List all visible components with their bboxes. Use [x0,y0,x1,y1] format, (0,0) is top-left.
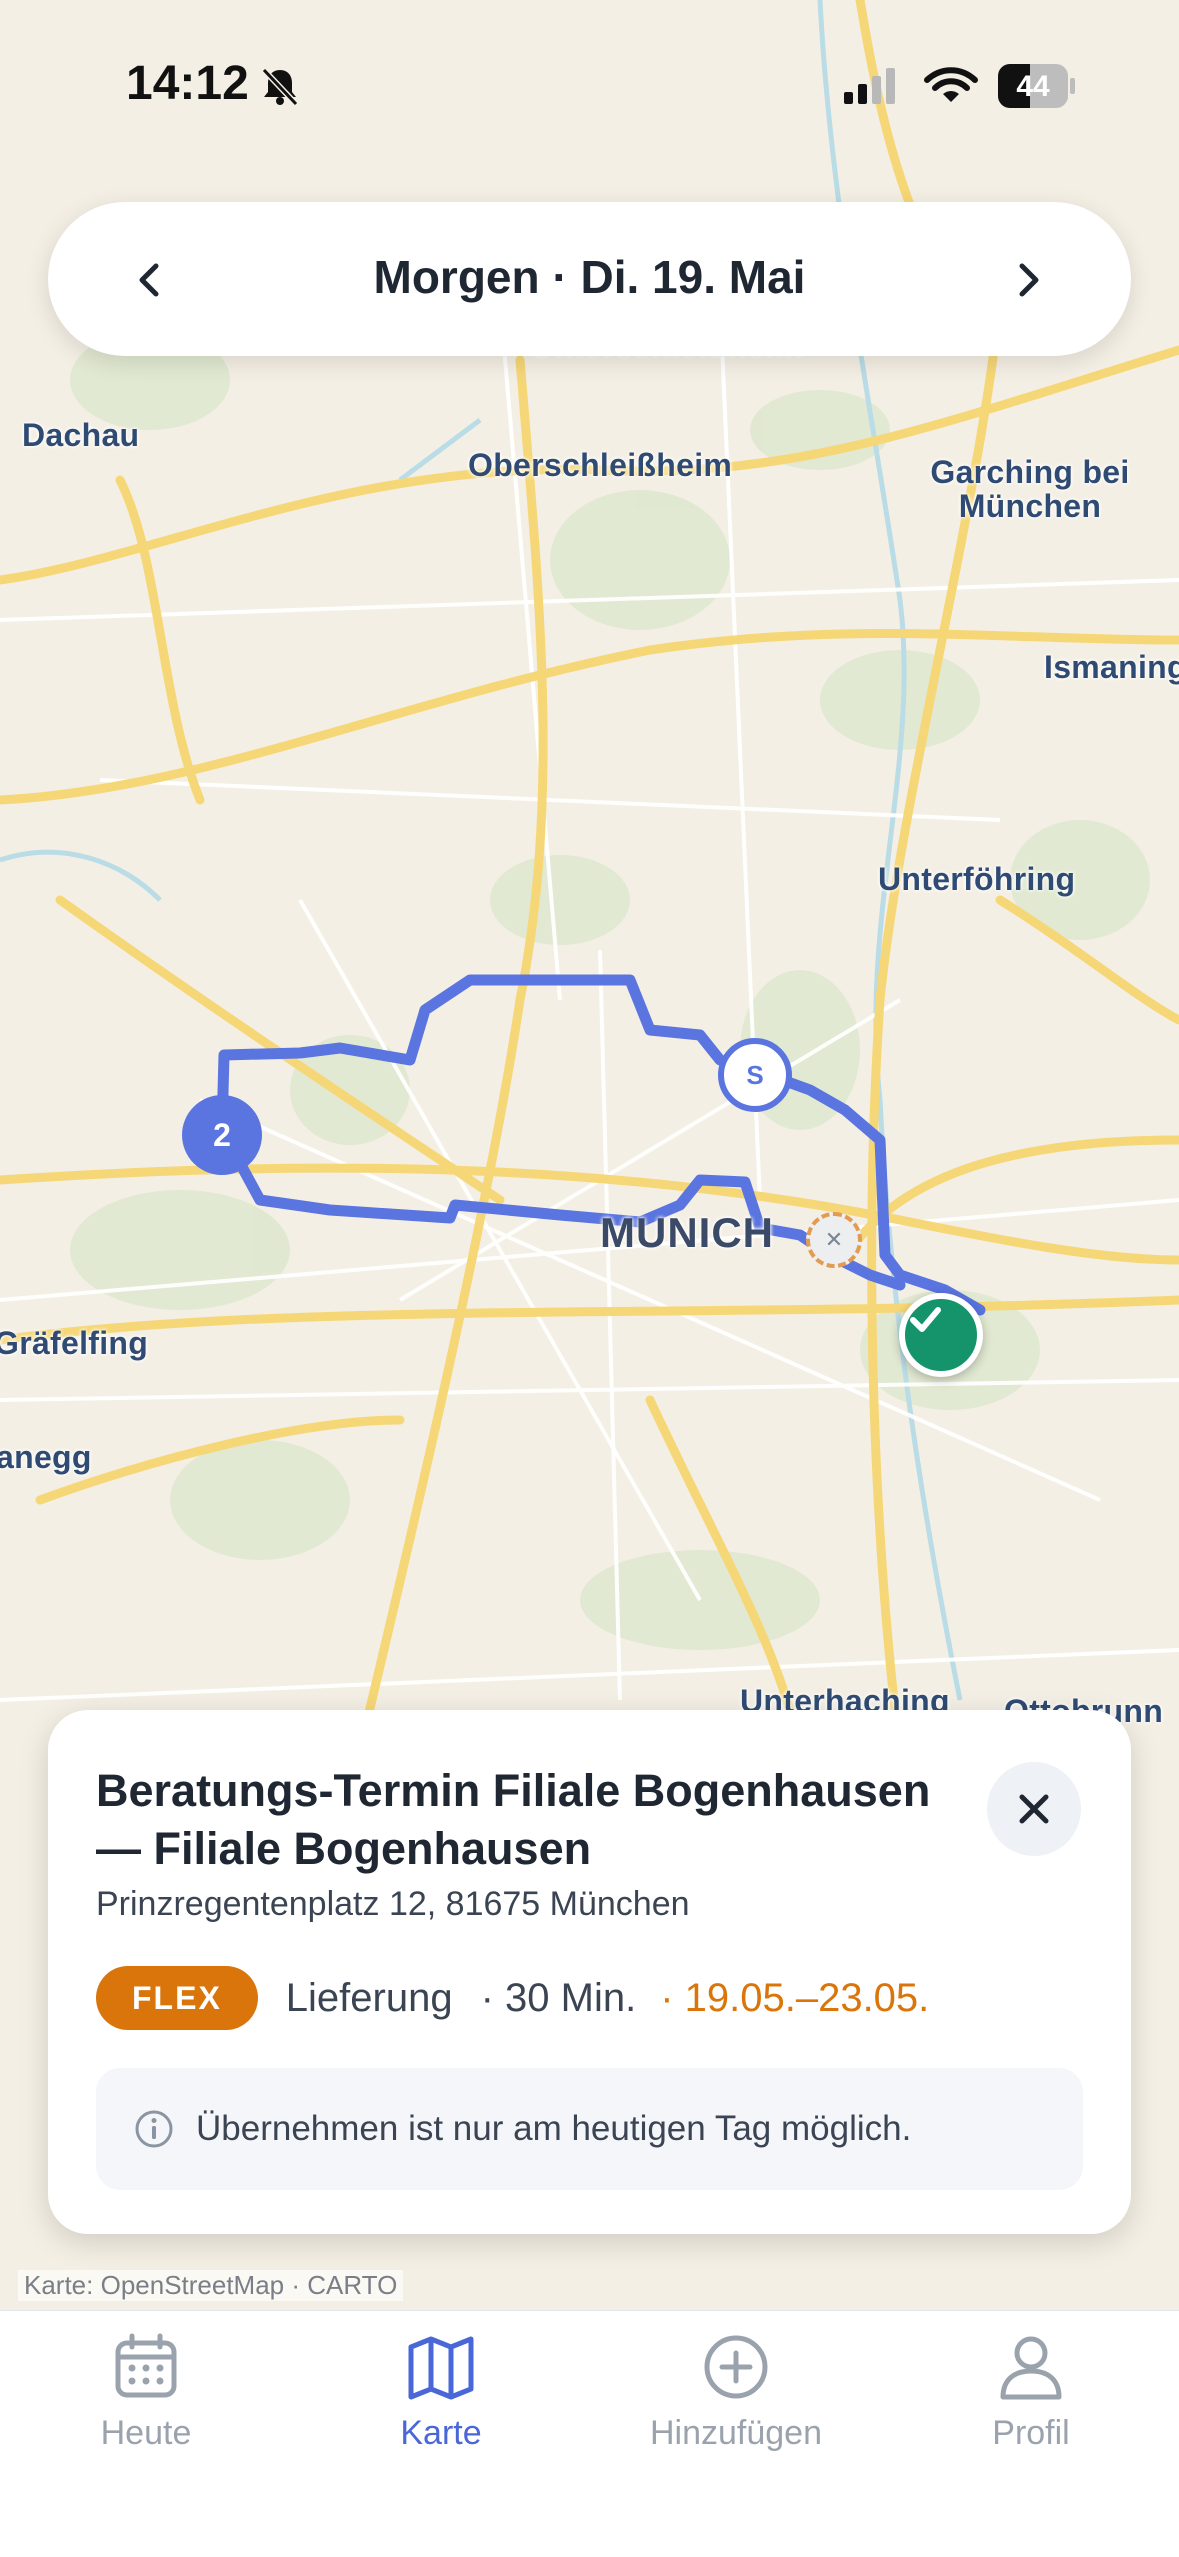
date-navigator: Morgen · Di. 19. Mai [48,202,1131,356]
close-button[interactable] [987,1762,1081,1856]
info-notice: Übernehmen ist nur am heutigen Tag mögli… [96,2068,1083,2190]
cancelled-marker[interactable]: ✕ [806,1212,862,1268]
close-icon [1019,1794,1049,1824]
start-marker-label: S [746,1059,764,1090]
appointment-dates: · 19.05.–23.05. [660,1975,930,2020]
place-label: Ismaning [1044,649,1179,685]
info-notice-text: Übernehmen ist nur am heutigen Tag mögli… [196,2109,912,2148]
place-label: Unterföhring [878,861,1076,897]
tab-bar: Heute Karte Hinzufügen Profil [0,2310,1179,2557]
tab-label: Karte [400,2414,482,2452]
wifi-icon [924,67,978,102]
appointment-type: Lieferung [285,1975,453,2020]
chevron-right-icon [1019,263,1039,297]
tab-profil[interactable]: Profil [921,2331,1141,2453]
completed-marker[interactable] [899,1293,983,1377]
tab-label: Hinzufügen [649,2414,822,2452]
battery-icon: 44 [998,64,1075,108]
info-icon [135,2110,173,2148]
place-label: Dachau [22,417,140,453]
place-label: Oberschleißheim [468,447,733,483]
battery-level: 44 [1016,70,1050,103]
place-label: Garching bei München [930,454,1130,524]
tab-label: Profil [992,2414,1070,2452]
place-label: anegg [0,1439,92,1475]
start-marker[interactable]: S [718,1038,792,1112]
map-icon [408,2336,474,2400]
appointment-detail-card: Beratungs-Termin Filiale Bogenhausen — F… [48,1710,1131,2234]
appointment-address: Prinzregentenplatz 12, 81675 München [96,1885,690,1923]
stop-marker[interactable]: 2 [182,1095,262,1175]
signal-icon [844,68,895,104]
appointment-duration: · 30 Min. [480,1975,637,2020]
appointment-title: Beratungs-Termin Filiale Bogenhausen — F… [96,1765,931,1874]
map-attribution[interactable]: Karte: OpenStreetMap · CARTO [18,2270,404,2301]
status-time: 14:12 [126,57,249,110]
calendar-icon [115,2333,177,2398]
status-bar: 14:12 44 [0,0,1179,170]
appointment-meta: FLEX Lieferung · 30 Min. · 19.05.–23.05. [96,1966,929,2030]
plus-circle-icon [704,2335,768,2399]
place-label: MUNICH [600,1209,774,1256]
bell-slash-icon [261,67,299,107]
tab-karte[interactable]: Karte [331,2331,551,2453]
flex-badge: FLEX [96,1966,258,2030]
person-icon [1000,2336,1062,2400]
tab-hinzufuegen[interactable]: Hinzufügen [626,2331,846,2453]
stop-marker-number: 2 [213,1116,231,1153]
check-icon [910,1307,941,1332]
next-day-button[interactable] [988,240,1068,320]
tab-label: Heute [100,2414,192,2452]
date-title: Morgen · Di. 19. Mai [373,251,806,303]
x-icon: ✕ [824,1227,844,1252]
place-label: Gräfelfing [0,1325,149,1361]
tab-heute[interactable]: Heute [36,2331,256,2453]
